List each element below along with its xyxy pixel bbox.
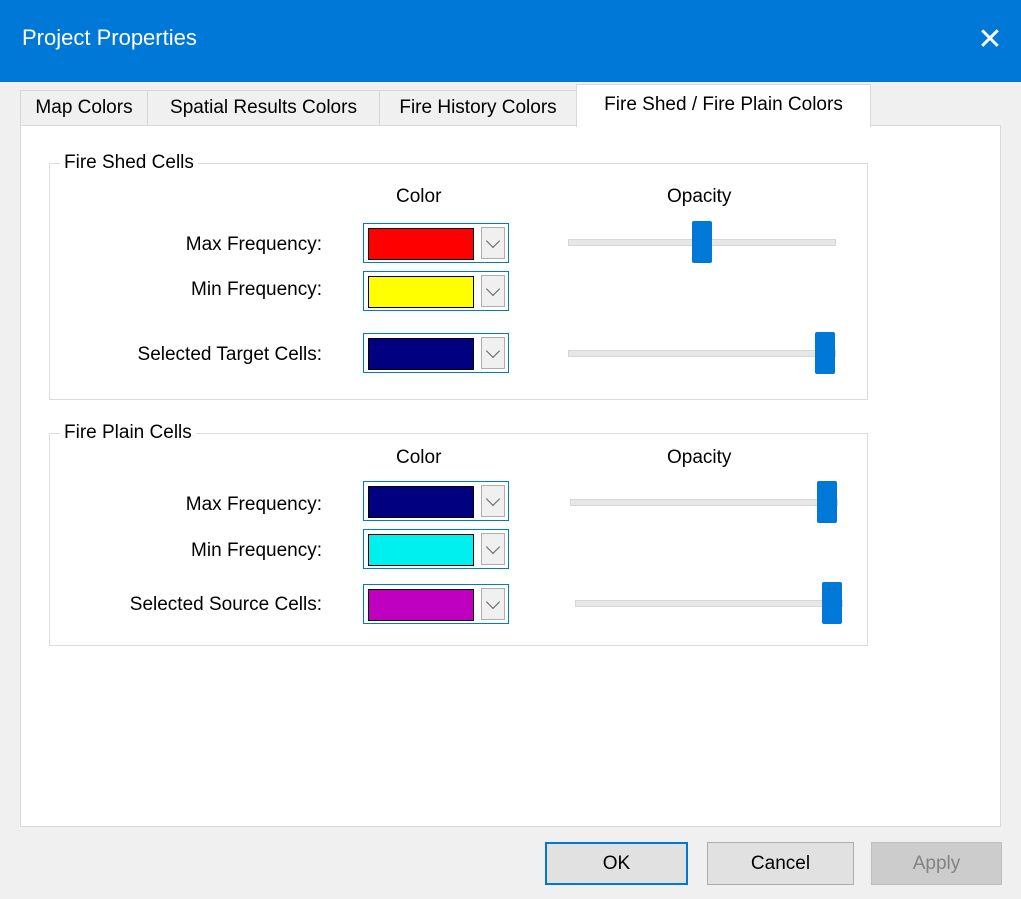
color-swatch: [368, 228, 474, 260]
fire-shed-opacity-header: Opacity: [667, 186, 732, 207]
close-icon[interactable]: ✕: [959, 0, 1021, 82]
title-bar: Project Properties ✕: [0, 0, 1021, 82]
fire-shed-max-frequency-color-combo[interactable]: [363, 223, 509, 263]
slider-thumb[interactable]: [817, 480, 837, 523]
apply-button[interactable]: Apply: [871, 842, 1002, 885]
chevron-down-icon[interactable]: [481, 275, 505, 307]
ok-button[interactable]: OK: [545, 842, 688, 885]
fire-shed-group: Fire Shed Cells Color Opacity Max Freque…: [49, 152, 868, 400]
chevron-down-icon[interactable]: [481, 485, 505, 517]
fire-plain-selected-source-cells-color-combo[interactable]: [363, 584, 509, 624]
cancel-button[interactable]: Cancel: [707, 842, 854, 885]
color-swatch: [368, 338, 474, 370]
chevron-down-icon[interactable]: [481, 227, 505, 259]
fire-plain-selected-source-cells-opacity-slider[interactable]: [575, 581, 843, 624]
fire-plain-color-header: Color: [396, 447, 442, 468]
fire-shed-max-frequency-opacity-slider[interactable]: [568, 220, 836, 263]
fire-shed-max-frequency-label: Max Frequency:: [185, 234, 322, 255]
fire-shed-color-header: Color: [396, 186, 442, 207]
window-title: Project Properties: [22, 25, 197, 50]
slider-thumb[interactable]: [815, 331, 835, 374]
chevron-down-icon[interactable]: [481, 337, 505, 369]
fire-plain-opacity-header: Opacity: [667, 447, 732, 468]
tab-fire-shed-fire-plain-colors[interactable]: Fire Shed / Fire Plain Colors: [576, 84, 871, 127]
color-swatch: [368, 534, 474, 566]
fire-shed-selected-target-cells-label: Selected Target Cells:: [137, 344, 322, 365]
fire-shed-selected-target-cells-opacity-slider[interactable]: [568, 331, 836, 374]
tab-map-colors[interactable]: Map Colors: [20, 90, 148, 125]
tab-spatial-results-colors[interactable]: Spatial Results Colors: [147, 90, 380, 125]
fire-shed-min-frequency-label: Min Frequency:: [191, 279, 322, 300]
fire-plain-max-frequency-label: Max Frequency:: [185, 494, 322, 515]
fire-shed-selected-target-cells-color-combo[interactable]: [363, 333, 509, 373]
color-swatch: [368, 276, 474, 308]
slider-thumb[interactable]: [822, 581, 842, 624]
tab-fire-history-colors[interactable]: Fire History Colors: [379, 90, 577, 125]
fire-plain-max-frequency-opacity-slider[interactable]: [570, 480, 838, 523]
color-swatch: [368, 486, 474, 518]
fire-plain-max-frequency-color-combo[interactable]: [363, 481, 509, 521]
slider-thumb[interactable]: [692, 220, 712, 263]
fire-shed-legend: Fire Shed Cells: [60, 152, 198, 174]
color-swatch: [368, 589, 474, 621]
tab-panel: Fire Shed Cells Color Opacity Max Freque…: [20, 125, 1001, 827]
fire-plain-group: Fire Plain Cells Color Opacity Max Frequ…: [49, 422, 868, 646]
fire-plain-selected-source-cells-label: Selected Source Cells:: [129, 594, 322, 615]
chevron-down-icon[interactable]: [481, 533, 505, 565]
chevron-down-icon[interactable]: [481, 588, 505, 620]
fire-plain-min-frequency-color-combo[interactable]: [363, 529, 509, 569]
fire-plain-legend: Fire Plain Cells: [60, 422, 196, 444]
fire-shed-min-frequency-color-combo[interactable]: [363, 271, 509, 311]
fire-plain-min-frequency-label: Min Frequency:: [191, 540, 322, 561]
